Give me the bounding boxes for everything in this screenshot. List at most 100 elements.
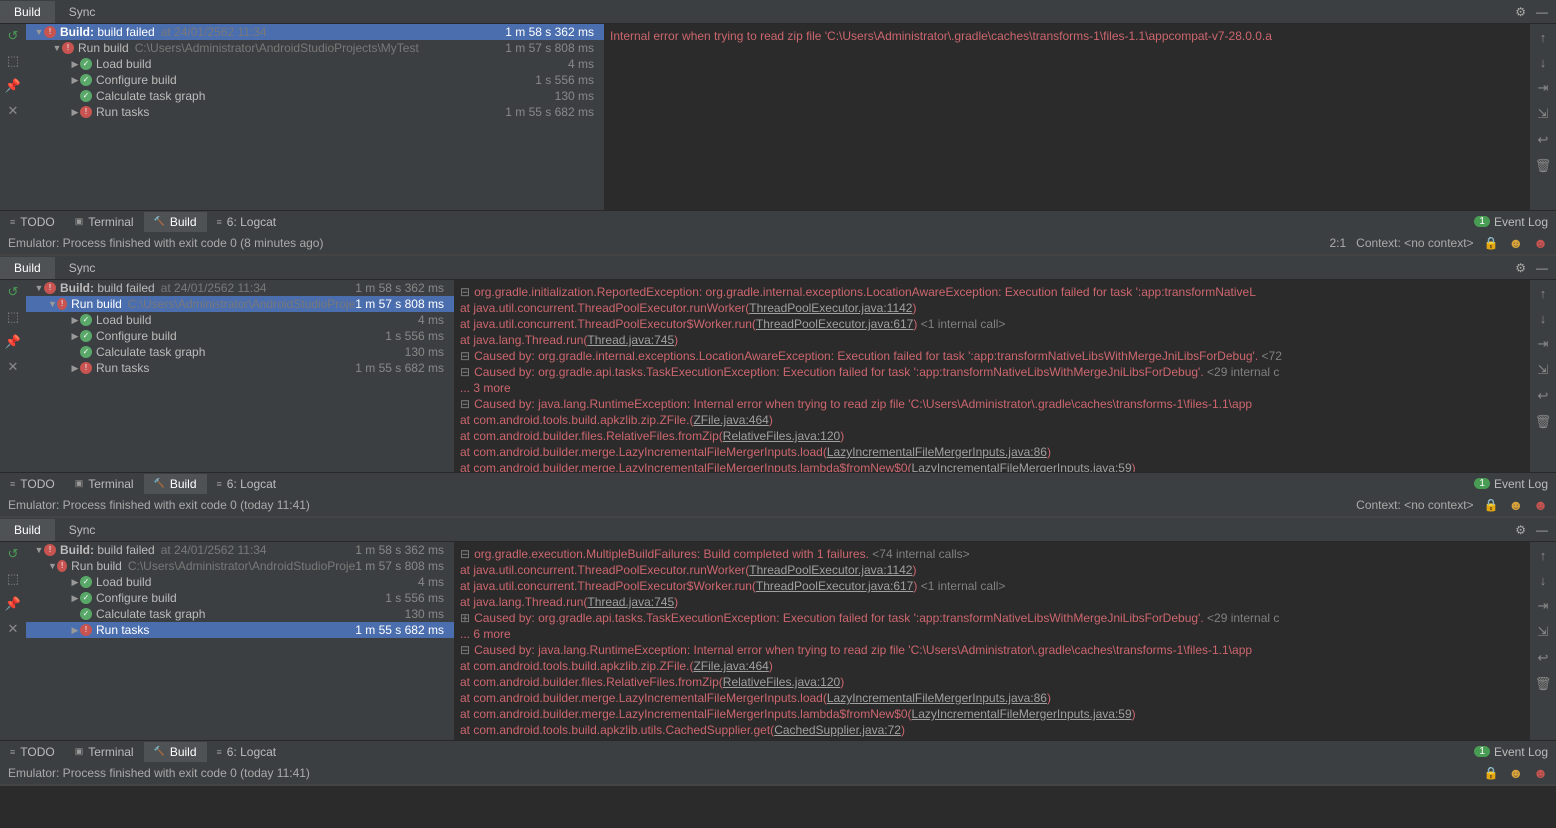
right-gutter-icon-4[interactable]: ↩ [1538,132,1549,148]
status-info[interactable]: Context: <no context> [1356,236,1473,250]
console-output[interactable]: Internal error when trying to read zip f… [604,24,1530,210]
tab-sync[interactable]: Sync [55,1,110,23]
status-face-icon[interactable]: ☻ [1533,497,1548,513]
bottom-tab-build[interactable]: 🔨Build [144,742,207,762]
bottom-tab-todo[interactable]: ≡TODO [0,212,65,232]
tree-row[interactable]: ▼!Build: build failedat 24/01/2562 11:34… [26,280,454,296]
status-face-icon[interactable]: ☻ [1533,235,1548,251]
expand-arrow-icon[interactable]: ▼ [48,561,57,571]
bottom-tab-logcat[interactable]: ≡6: Logcat [207,212,287,232]
tree-row[interactable]: ▶!Run tasks1 m 55 s 682 ms [26,104,604,120]
gutter-icon-1[interactable]: ⬚ [7,53,19,69]
minimize-icon[interactable]: — [1536,5,1548,19]
bottom-tab-terminal[interactable]: ▣Terminal [65,474,144,494]
status-info[interactable]: Context: <no context> [1356,498,1473,512]
source-link[interactable]: ThreadPoolExecutor.java:1142 [749,301,912,315]
gutter-icon-0[interactable]: ↺ [8,284,19,300]
right-gutter-icon-0[interactable]: ↑ [1540,30,1547,45]
right-gutter-icon-0[interactable]: ↑ [1540,548,1547,563]
right-gutter-icon-5[interactable]: 🗑 [1535,676,1552,692]
tree-row[interactable]: ▶✓Load build4 ms [26,574,454,590]
tree-row[interactable]: ▼!Run buildC:\Users\Administrator\Androi… [26,558,454,574]
expand-arrow-icon[interactable]: ▶ [70,577,80,588]
expand-arrow-icon[interactable]: ▼ [34,27,44,37]
source-link[interactable]: RelativeFiles.java:120 [723,675,840,689]
gear-icon[interactable]: ⚙ [1515,261,1526,275]
expand-arrow-icon[interactable]: ▼ [52,43,62,53]
tree-row[interactable]: ▼!Build: build failedat 24/01/2562 11:34… [26,542,454,558]
right-gutter-icon-3[interactable]: ⇲ [1538,106,1549,122]
expand-arrow-icon[interactable]: ▶ [70,75,80,86]
right-gutter-icon-3[interactable]: ⇲ [1538,362,1549,378]
right-gutter-icon-3[interactable]: ⇲ [1538,624,1549,640]
right-gutter-icon-1[interactable]: ↓ [1540,311,1547,326]
fold-icon[interactable]: ⊟ [460,397,470,411]
tree-row[interactable]: ▶!Run tasks1 m 55 s 682 ms [26,360,454,376]
gutter-icon-3[interactable]: ✕ [8,621,19,637]
status-face-icon[interactable]: ☻ [1533,765,1548,781]
source-link[interactable]: LazyIncrementalFileMergerInputs.java:86 [827,691,1047,705]
expand-arrow-icon[interactable]: ▼ [34,283,44,293]
source-link[interactable]: ThreadPoolExecutor.java:1142 [749,563,912,577]
bottom-tab-build[interactable]: 🔨Build [144,474,207,494]
tree-row[interactable]: ▼!Run buildC:\Users\Administrator\Androi… [26,40,604,56]
source-link[interactable]: CachedSupplier.java:72 [774,723,901,737]
expand-arrow-icon[interactable]: ▶ [70,331,80,342]
fold-icon[interactable]: ⊟ [460,643,470,657]
source-link[interactable]: ZFile.java:464 [693,413,768,427]
right-gutter-icon-1[interactable]: ↓ [1540,573,1547,588]
lock-icon[interactable]: 🔒 [1484,498,1499,512]
expand-arrow-icon[interactable]: ▶ [70,107,80,118]
tree-row[interactable]: ▼!Build: build failedat 24/01/2562 11:34… [26,24,604,40]
bottom-tab-logcat[interactable]: ≡6: Logcat [207,742,287,762]
expand-arrow-icon[interactable]: ▶ [70,59,80,70]
source-link[interactable]: Thread.java:745 [587,333,674,347]
source-link[interactable]: LazyIncrementalFileMergerInputs.java:59 [912,707,1132,721]
console-output[interactable]: ⊟org.gradle.initialization.ReportedExcep… [454,280,1530,472]
source-link[interactable]: RelativeFiles.java:120 [723,429,840,443]
bottom-tab-build[interactable]: 🔨Build [144,212,207,232]
expand-arrow-icon[interactable]: ▶ [70,315,80,326]
tree-row[interactable]: ▶✓Load build4 ms [26,56,604,72]
bottom-tab-terminal[interactable]: ▣Terminal [65,212,144,232]
right-gutter-icon-2[interactable]: ⇥ [1538,598,1549,614]
tree-row[interactable]: ✓Calculate task graph130 ms [26,344,454,360]
tab-sync[interactable]: Sync [55,257,110,279]
bottom-tab-todo[interactable]: ≡TODO [0,474,65,494]
right-gutter-icon-5[interactable]: 🗑 [1535,158,1552,174]
source-link[interactable]: ZFile.java:464 [693,659,768,673]
tree-row[interactable]: ▶✓Configure build1 s 556 ms [26,590,454,606]
expand-arrow-icon[interactable]: ▼ [48,299,57,309]
lock-icon[interactable]: 🔒 [1484,236,1499,250]
fold-icon[interactable]: ⊟ [460,349,470,363]
source-link[interactable]: ThreadPoolExecutor.java:617 [756,579,913,593]
status-face-icon[interactable]: ☻ [1509,235,1524,251]
bottom-tab-terminal[interactable]: ▣Terminal [65,742,144,762]
source-link[interactable]: Thread.java:745 [587,595,674,609]
lock-icon[interactable]: 🔒 [1484,766,1499,780]
fold-icon[interactable]: ⊟ [460,365,470,379]
gear-icon[interactable]: ⚙ [1515,5,1526,19]
right-gutter-icon-4[interactable]: ↩ [1538,650,1549,666]
tree-row[interactable]: ▶!Run tasks1 m 55 s 682 ms [26,622,454,638]
fold-icon[interactable]: ⊟ [460,285,470,299]
gutter-icon-0[interactable]: ↺ [8,546,19,562]
tab-build[interactable]: Build [0,1,55,23]
tab-build[interactable]: Build [0,519,55,541]
tab-sync[interactable]: Sync [55,519,110,541]
source-link[interactable]: LazyIncrementalFileMergerInputs.java:59 [912,461,1132,472]
source-link[interactable]: LazyIncrementalFileMergerInputs.java:86 [827,445,1047,459]
gutter-icon-3[interactable]: ✕ [8,103,19,119]
gutter-icon-2[interactable]: 📌 [5,334,21,350]
gutter-icon-0[interactable]: ↺ [8,28,19,44]
right-gutter-icon-2[interactable]: ⇥ [1538,80,1549,96]
right-gutter-icon-5[interactable]: 🗑 [1535,414,1552,430]
event-log-button[interactable]: 1Event Log [1474,477,1548,491]
status-info[interactable]: 2:1 [1329,236,1346,250]
gutter-icon-2[interactable]: 📌 [5,78,21,94]
tree-row[interactable]: ▼!Run buildC:\Users\Administrator\Androi… [26,296,454,312]
event-log-button[interactable]: 1Event Log [1474,215,1548,229]
expand-arrow-icon[interactable]: ▼ [34,545,44,555]
tree-row[interactable]: ▶✓Configure build1 s 556 ms [26,72,604,88]
right-gutter-icon-2[interactable]: ⇥ [1538,336,1549,352]
